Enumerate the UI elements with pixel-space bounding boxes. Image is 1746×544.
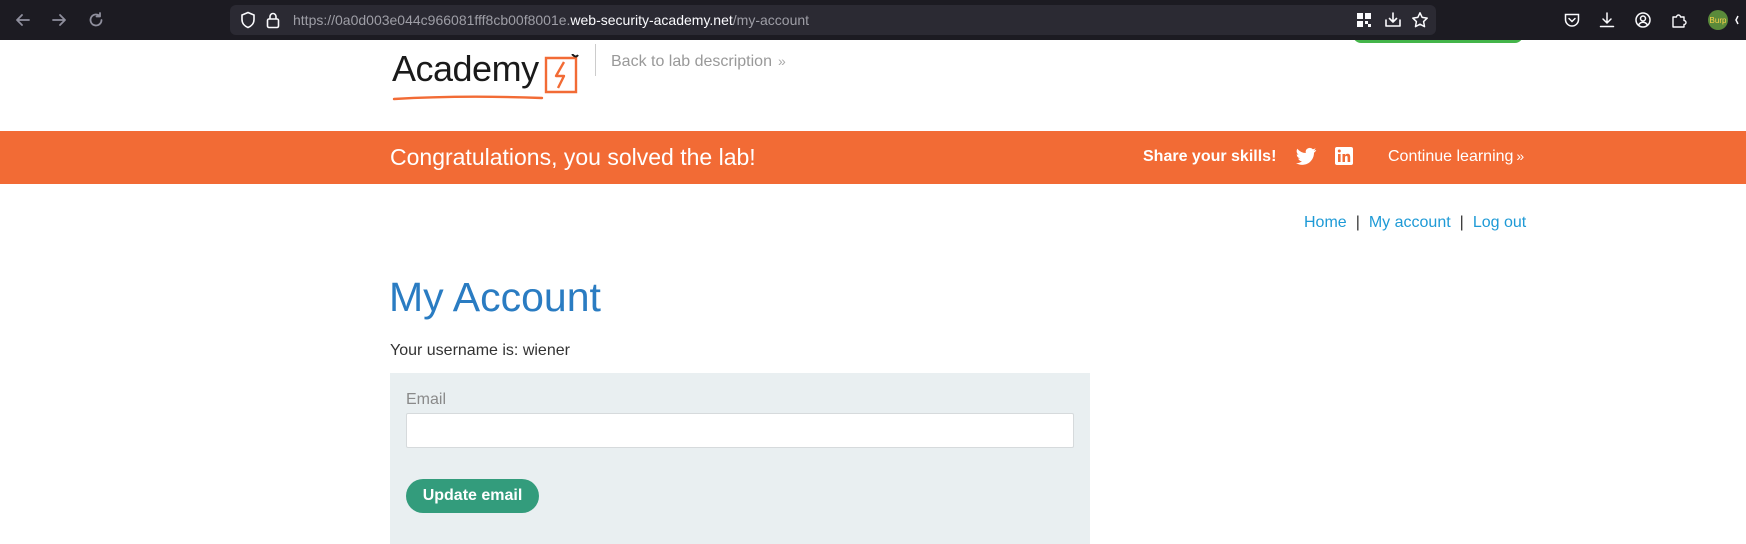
back-chevron-icon: » <box>777 53 786 69</box>
url-text[interactable]: https://0a0d003e044c966081fff8cb00f8001e… <box>293 12 809 28</box>
back-arrow-icon[interactable] <box>12 9 34 31</box>
linkedin-icon[interactable] <box>1334 146 1354 166</box>
url-host: web-security-academy.net <box>570 12 733 28</box>
bookmark-star-icon[interactable] <box>1410 10 1430 30</box>
email-label: Email <box>406 391 447 408</box>
nav-log-out-link[interactable]: Log out <box>1473 214 1526 231</box>
banner-title: Congratulations, you solved the lab! <box>390 144 756 170</box>
nav-separator: | <box>1355 214 1360 231</box>
account-icon[interactable] <box>1633 10 1653 30</box>
reload-icon[interactable] <box>85 9 107 31</box>
top-navigation: Home | My account | Log out <box>1304 214 1526 232</box>
page-content: Academy Back to lab description » Congrat… <box>0 40 1746 544</box>
nav-home-link[interactable]: Home <box>1304 214 1347 231</box>
save-to-pocket-icon[interactable] <box>1383 10 1403 30</box>
continue-learning-link[interactable]: Continue learning» <box>1388 148 1524 166</box>
logo-underline <box>392 95 544 101</box>
lab-status-badge <box>1353 40 1523 43</box>
overflow-menu-icon[interactable] <box>1734 10 1746 30</box>
update-email-button[interactable]: Update email <box>406 479 539 513</box>
twitter-icon[interactable] <box>1295 147 1317 167</box>
shield-icon[interactable] <box>238 10 258 30</box>
continue-label: Continue learning <box>1388 148 1514 165</box>
downloads-icon[interactable] <box>1597 10 1617 30</box>
browser-toolbar: https://0a0d003e044c966081fff8cb00f8001e… <box>0 0 1746 40</box>
extensions-icon[interactable] <box>1669 10 1689 30</box>
burp-badge-text: Burp <box>1710 16 1727 25</box>
page-title: My Account <box>389 274 601 320</box>
url-path: /my-account <box>732 12 810 28</box>
continue-chevron-icon: » <box>1516 148 1525 164</box>
academy-logo[interactable]: Academy <box>392 40 582 126</box>
url-prefix: https://0a0d003e044c966081fff8cb00f8001e… <box>293 12 571 28</box>
pocket-icon[interactable] <box>1562 10 1582 30</box>
lock-icon[interactable] <box>263 10 283 30</box>
header-divider <box>595 44 596 76</box>
share-skills-label: Share your skills! <box>1143 148 1277 165</box>
address-bar[interactable]: https://0a0d003e044c966081fff8cb00f8001e… <box>230 5 1436 35</box>
back-to-lab-link[interactable]: Back to lab description » <box>611 53 786 71</box>
solved-banner: Congratulations, you solved the lab! Sha… <box>0 131 1746 184</box>
qr-code-icon[interactable] <box>1354 10 1374 30</box>
logo-text: Academy <box>392 48 539 89</box>
nav-separator: | <box>1459 214 1464 231</box>
nav-my-account-link[interactable]: My account <box>1369 214 1451 231</box>
email-input[interactable] <box>406 413 1074 448</box>
back-link-label: Back to lab description <box>611 53 772 70</box>
logo-bolt-icon <box>544 54 579 94</box>
username-text: Your username is: wiener <box>390 342 570 359</box>
forward-arrow-icon[interactable] <box>48 9 70 31</box>
burp-extension-icon[interactable]: Burp <box>1706 8 1730 32</box>
update-email-form: Email Update email <box>390 373 1090 544</box>
